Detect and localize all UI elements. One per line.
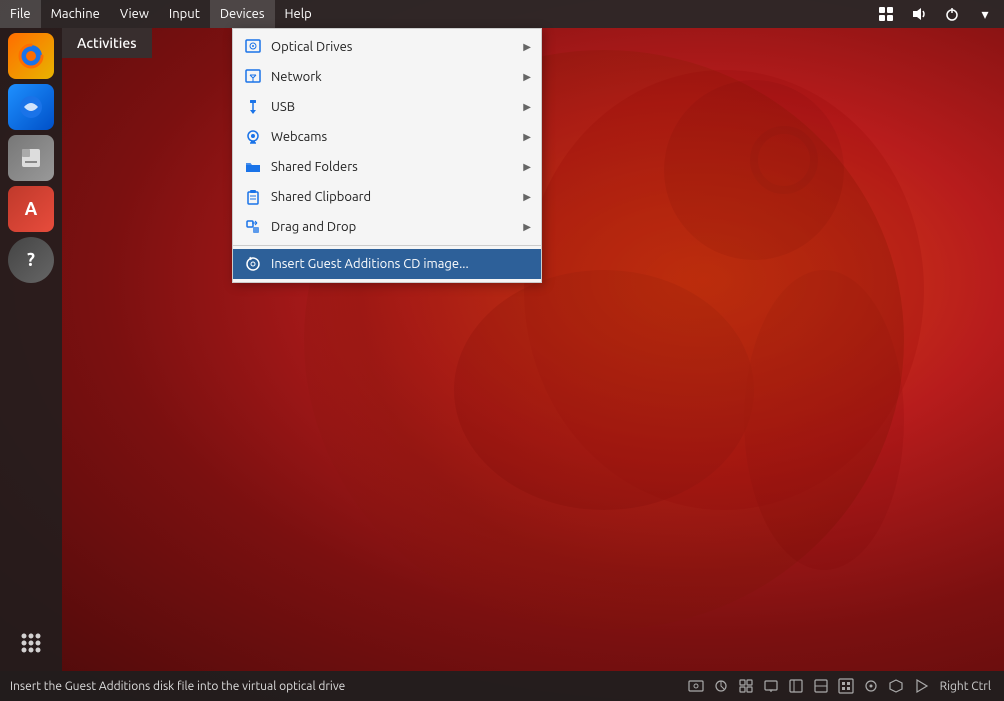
insert-cd-icon-svg: [245, 256, 261, 272]
tb-icon-3-svg: [738, 678, 754, 694]
menubar: File Machine View Input Devices Help ▾: [0, 0, 1004, 28]
menu-input[interactable]: Input: [159, 0, 210, 28]
taskbar-icon-7[interactable]: [835, 675, 857, 697]
optical-drives-icon: [243, 37, 263, 57]
optical-drives-label: Optical Drives: [271, 40, 523, 54]
network-icon-svg: [245, 69, 261, 85]
apps-grid-icon: [17, 629, 45, 657]
dropdown-arrow-icon[interactable]: ▾: [971, 0, 999, 28]
webcams-label: Webcams: [271, 130, 523, 144]
power-status-icon[interactable]: [938, 0, 966, 28]
network-arrow: ▶: [523, 71, 531, 83]
devices-menu: Optical Drives ▶ Network ▶ USB ▶ Webcams: [232, 28, 542, 283]
shared-folders-icon: [243, 157, 263, 177]
dock-appstore[interactable]: A: [8, 186, 54, 232]
webcam-icon: [243, 127, 263, 147]
menu-webcams[interactable]: Webcams ▶: [233, 122, 541, 152]
tb-icon-9-svg: [888, 678, 904, 694]
desktop: File Machine View Input Devices Help ▾ A…: [0, 0, 1004, 701]
menu-file[interactable]: File: [0, 0, 41, 28]
shared-folders-label: Shared Folders: [271, 160, 523, 174]
shared-clipboard-arrow: ▶: [523, 191, 531, 203]
menu-machine[interactable]: Machine: [41, 0, 110, 28]
usb-icon: [243, 97, 263, 117]
sound-status-icon[interactable]: [905, 0, 933, 28]
usb-label: USB: [271, 100, 523, 114]
network-status-icon[interactable]: [872, 0, 900, 28]
menu-network[interactable]: Network ▶: [233, 62, 541, 92]
menu-shared-clipboard[interactable]: Shared Clipboard ▶: [233, 182, 541, 212]
tb-icon-2-svg: [713, 678, 729, 694]
taskbar-icon-5[interactable]: [785, 675, 807, 697]
dock: A ?: [0, 28, 62, 671]
shared-clipboard-icon: [243, 187, 263, 207]
menu-devices[interactable]: Devices: [210, 0, 275, 28]
drag-drop-label: Drag and Drop: [271, 220, 523, 234]
activities-bar[interactable]: Activities: [62, 28, 152, 58]
webcam-icon-svg: [245, 129, 261, 145]
taskbar-icon-9[interactable]: [885, 675, 907, 697]
usb-arrow: ▶: [523, 101, 531, 113]
tb-icon-4-svg: [763, 678, 779, 694]
dock-firefox[interactable]: [8, 33, 54, 79]
tb-icon-5-svg: [788, 678, 804, 694]
menubar-right: ▾: [872, 0, 1004, 28]
dock-bottom: [8, 620, 54, 671]
menu-optical-drives[interactable]: Optical Drives ▶: [233, 32, 541, 62]
taskbar-icon-10[interactable]: [910, 675, 932, 697]
dock-show-apps[interactable]: [8, 620, 54, 666]
menu-drag-and-drop[interactable]: Drag and Drop ▶: [233, 212, 541, 242]
taskbar-icon-6[interactable]: [810, 675, 832, 697]
tb-icon-10-svg: [913, 678, 929, 694]
shared-folders-arrow: ▶: [523, 161, 531, 173]
taskbar-icon-2[interactable]: [710, 675, 732, 697]
clipboard-icon: [245, 189, 261, 205]
right-ctrl-label: Right Ctrl: [935, 680, 991, 693]
insert-guest-label: Insert Guest Additions CD image...: [271, 257, 531, 271]
activities-label: Activities: [77, 35, 137, 51]
folder-icon: [245, 159, 261, 175]
insert-cd-icon: [243, 254, 263, 274]
dock-help[interactable]: ?: [8, 237, 54, 283]
menu-help[interactable]: Help: [275, 0, 322, 28]
network-label: Network: [271, 70, 523, 84]
taskbar-icon-4[interactable]: [760, 675, 782, 697]
taskbar-icon-8[interactable]: [860, 675, 882, 697]
tb-icon-8-svg: [863, 678, 879, 694]
taskbar-icon-3[interactable]: [735, 675, 757, 697]
menu-insert-guest-additions[interactable]: Insert Guest Additions CD image...: [233, 249, 541, 279]
taskbar-right: Right Ctrl: [685, 675, 999, 697]
optical-drives-arrow: ▶: [523, 41, 531, 53]
usb-icon-svg: [245, 99, 261, 115]
menu-usb[interactable]: USB ▶: [233, 92, 541, 122]
dock-files[interactable]: [8, 135, 54, 181]
firefox-icon: [17, 42, 45, 70]
drag-icon-svg: [245, 219, 261, 235]
menu-separator: [233, 245, 541, 246]
help-icon: ?: [27, 250, 35, 270]
cd-icon: [245, 39, 261, 55]
tb-icon-7-svg: [838, 678, 854, 694]
network-icon: [243, 67, 263, 87]
taskbar-icon-1[interactable]: [685, 675, 707, 697]
appstore-icon: A: [25, 199, 38, 219]
shared-clipboard-label: Shared Clipboard: [271, 190, 523, 204]
tb-icon-6-svg: [813, 678, 829, 694]
thunderbird-icon: [17, 93, 45, 121]
drag-drop-icon: [243, 217, 263, 237]
menu-shared-folders[interactable]: Shared Folders ▶: [233, 152, 541, 182]
dock-thunderbird[interactable]: [8, 84, 54, 130]
files-icon: [18, 145, 44, 171]
tb-icon-1-svg: [688, 678, 704, 694]
taskbar: Insert the Guest Additions disk file int…: [0, 671, 1004, 701]
taskbar-status-message: Insert the Guest Additions disk file int…: [5, 680, 685, 693]
menu-view[interactable]: View: [110, 0, 159, 28]
drag-drop-arrow: ▶: [523, 221, 531, 233]
webcams-arrow: ▶: [523, 131, 531, 143]
